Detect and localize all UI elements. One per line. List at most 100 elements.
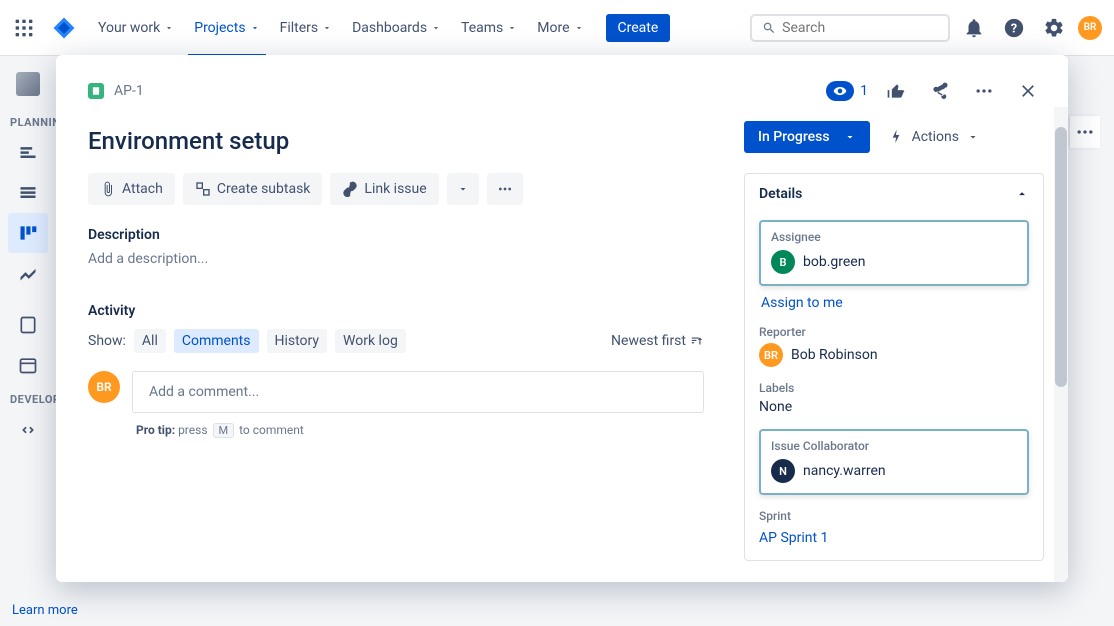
nav-teams[interactable]: Teams: [455, 16, 523, 40]
app-switcher[interactable]: [12, 16, 36, 40]
collaborator-name: nancy.warren: [803, 463, 886, 479]
sidebar-board-icon[interactable]: [8, 213, 48, 253]
bolt-icon: [888, 129, 904, 145]
sidebar-calendar-icon[interactable]: [8, 345, 48, 385]
description-field[interactable]: Add a description...: [88, 251, 704, 267]
scrollbar-track[interactable]: [1054, 107, 1068, 582]
sprint-label: Sprint: [759, 509, 1029, 523]
status-label: In Progress: [758, 129, 830, 145]
watch-count: 1: [860, 83, 868, 99]
nav-more[interactable]: More: [531, 16, 589, 40]
nav-projects[interactable]: Projects: [188, 16, 265, 40]
search-box[interactable]: [750, 14, 950, 42]
actions-dropdown[interactable]: Actions: [888, 129, 979, 145]
learn-more-link[interactable]: Learn more: [12, 603, 205, 618]
actions-label: Actions: [912, 129, 959, 145]
link-dropdown-button[interactable]: [447, 173, 479, 205]
overflow-menu-icon[interactable]: [1070, 116, 1100, 148]
sidebar-pages-icon[interactable]: [8, 305, 48, 345]
tab-history[interactable]: History: [267, 329, 328, 353]
pro-tip: Pro tip: press M to comment: [136, 423, 704, 438]
scrollbar-thumb[interactable]: [1055, 127, 1067, 387]
more-actions-icon[interactable]: [968, 75, 1000, 107]
issue-title[interactable]: Environment setup: [88, 127, 704, 155]
subtask-icon: [195, 181, 211, 197]
close-icon[interactable]: [1012, 75, 1044, 107]
chevron-down-icon: [844, 131, 856, 143]
sort-icon: [690, 334, 704, 348]
btn-label: Create subtask: [217, 181, 311, 197]
vote-icon[interactable]: [880, 75, 912, 107]
labels-field[interactable]: Labels None: [759, 381, 1029, 415]
link-issue-button[interactable]: Link issue: [330, 173, 438, 205]
sidebar-backlog-icon[interactable]: [8, 173, 48, 213]
jira-logo[interactable]: [52, 16, 76, 40]
details-panel: Details Assignee B bob.green Assign to m…: [744, 173, 1044, 561]
assignee-label: Assignee: [771, 230, 1017, 244]
watch-button[interactable]: 1: [826, 81, 868, 101]
bottom-hint: You're in a team-managed project Learn m…: [12, 584, 205, 618]
assign-to-me-link[interactable]: Assign to me: [761, 295, 843, 311]
attach-button[interactable]: Attach: [88, 173, 175, 205]
search-input[interactable]: [782, 20, 938, 36]
tab-comments[interactable]: Comments: [174, 329, 259, 353]
assignee-avatar: B: [771, 250, 795, 274]
nav-label: Teams: [461, 20, 503, 36]
tab-worklog[interactable]: Work log: [335, 329, 406, 353]
details-label: Details: [759, 186, 802, 202]
issue-type-icon[interactable]: [88, 83, 104, 99]
tab-all[interactable]: All: [134, 329, 166, 353]
details-toggle[interactable]: Details: [745, 174, 1043, 214]
nav-label: Filters: [280, 20, 319, 36]
protip-label: Pro tip:: [136, 423, 175, 437]
description-label: Description: [88, 227, 704, 243]
status-dropdown[interactable]: In Progress: [744, 121, 870, 153]
sidebar-timeline-icon[interactable]: [8, 133, 48, 173]
protip-press: press: [178, 423, 207, 437]
sprint-link[interactable]: AP Sprint 1: [759, 530, 828, 546]
comment-input[interactable]: Add a comment...: [132, 371, 704, 413]
help-icon[interactable]: ?: [998, 12, 1030, 44]
reporter-label: Reporter: [759, 325, 1029, 339]
nav-filters[interactable]: Filters: [274, 16, 339, 40]
dots-icon: [497, 181, 513, 197]
sidebar-code-icon[interactable]: [8, 410, 48, 450]
sort-toggle[interactable]: Newest first: [611, 333, 704, 349]
collaborator-field[interactable]: Issue Collaborator N nancy.warren: [759, 429, 1029, 495]
assignee-field[interactable]: Assignee B bob.green: [759, 220, 1029, 286]
link-icon: [342, 181, 358, 197]
reporter-field[interactable]: Reporter BR Bob Robinson: [759, 325, 1029, 367]
share-icon[interactable]: [924, 75, 956, 107]
activity-label: Activity: [88, 303, 704, 319]
chevron-down-icon: [457, 183, 469, 195]
chevron-up-icon: [1015, 187, 1029, 201]
sidebar-reports-icon[interactable]: [8, 253, 48, 293]
reporter-avatar: BR: [759, 343, 783, 367]
btn-label: Attach: [122, 181, 163, 197]
create-button[interactable]: Create: [606, 14, 671, 42]
reporter-name: Bob Robinson: [791, 347, 878, 363]
nav-your-work[interactable]: Your work: [92, 16, 180, 40]
chevron-down-icon: [507, 23, 517, 33]
chevron-down-icon: [322, 23, 332, 33]
chevron-down-icon: [164, 23, 174, 33]
sidebar: PLANNING DEVELOPMENT: [0, 56, 56, 626]
issue-key[interactable]: AP-1: [114, 83, 144, 99]
attach-icon: [100, 181, 116, 197]
nav-label: More: [537, 20, 569, 36]
project-avatar[interactable]: [16, 72, 40, 96]
current-user-avatar: BR: [88, 371, 120, 403]
more-actions-button[interactable]: [487, 173, 523, 205]
search-icon: [762, 20, 776, 36]
chevron-down-icon: [967, 131, 979, 143]
assignee-name: bob.green: [803, 254, 865, 270]
nav-label: Projects: [194, 20, 245, 36]
sprint-field[interactable]: Sprint AP Sprint 1: [759, 509, 1029, 546]
sidebar-section-development: DEVELOPMENT: [0, 385, 56, 410]
user-avatar[interactable]: BR: [1078, 16, 1102, 40]
sort-label: Newest first: [611, 333, 686, 349]
settings-icon[interactable]: [1038, 12, 1070, 44]
nav-dashboards[interactable]: Dashboards: [346, 16, 447, 40]
create-subtask-button[interactable]: Create subtask: [183, 173, 323, 205]
notifications-icon[interactable]: [958, 12, 990, 44]
